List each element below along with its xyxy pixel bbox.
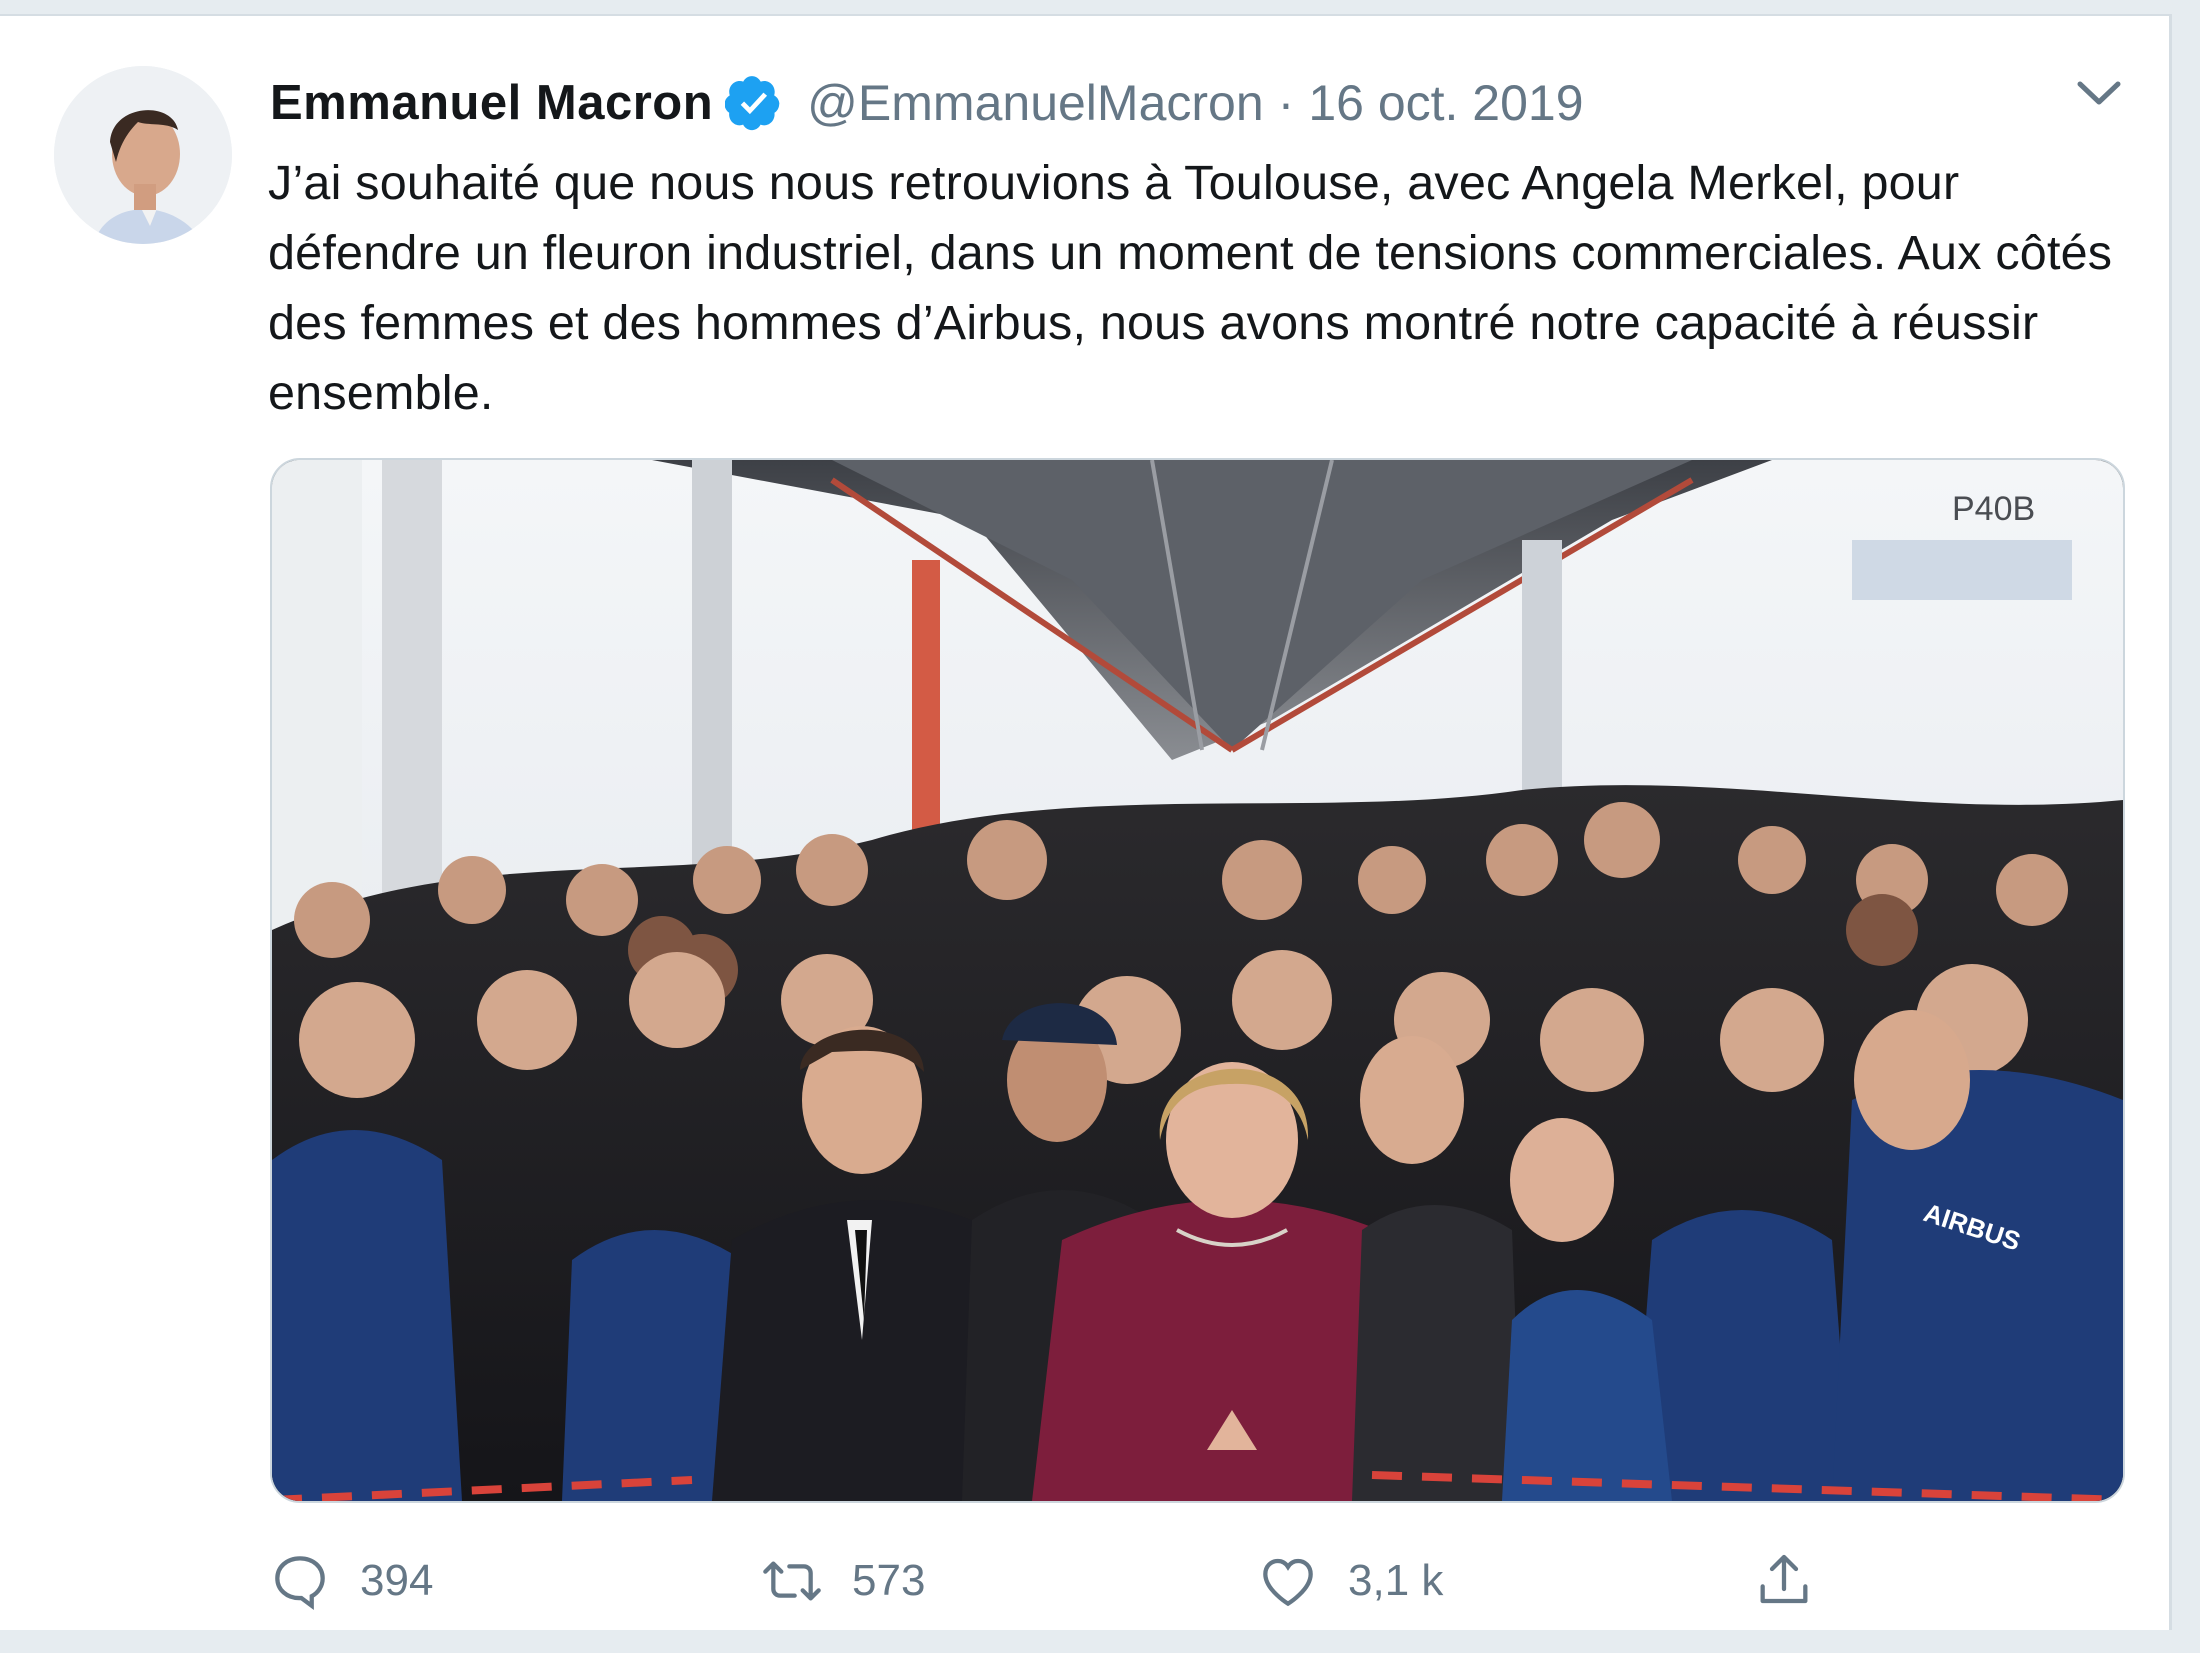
tweet-card[interactable]: Emmanuel Macron @EmmanuelMacron · 16 oct… bbox=[0, 14, 2172, 1630]
separator-dot: · bbox=[1277, 75, 1295, 131]
share-icon bbox=[1760, 1554, 1808, 1604]
timeline-page: Emmanuel Macron @EmmanuelMacron · 16 oct… bbox=[0, 0, 2200, 1653]
reply-count: 394 bbox=[360, 1556, 434, 1605]
reply-icon bbox=[275, 1556, 325, 1611]
verified-badge-icon bbox=[725, 76, 780, 131]
like-button[interactable]: 3,1 k bbox=[1256, 1536, 1443, 1626]
tweet-actions: 394 573 3,1 k bbox=[0, 1536, 2172, 1626]
tweet-date[interactable]: 16 oct. 2019 bbox=[1308, 74, 1583, 132]
tweet-photo[interactable]: P40B AIRBUS bbox=[270, 458, 2125, 1503]
retweet-button[interactable]: 573 bbox=[760, 1536, 925, 1626]
reply-button[interactable]: 394 bbox=[268, 1536, 433, 1626]
like-count: 3,1 k bbox=[1348, 1556, 1444, 1605]
like-icon bbox=[1263, 1558, 1313, 1607]
tweet-text: J’ai souhaité que nous nous retrouvions … bbox=[268, 156, 2113, 420]
avatar[interactable] bbox=[54, 66, 232, 244]
share-button[interactable] bbox=[1752, 1536, 1816, 1626]
retweet-count: 573 bbox=[852, 1556, 926, 1605]
tweet-header: Emmanuel Macron @EmmanuelMacron · 16 oct… bbox=[270, 68, 1584, 138]
hangar-sign: P40B bbox=[1952, 490, 2035, 528]
chevron-down-icon[interactable] bbox=[2074, 74, 2124, 114]
author-name[interactable]: Emmanuel Macron bbox=[270, 75, 713, 131]
retweet-icon bbox=[763, 1561, 821, 1601]
author-handle[interactable]: @EmmanuelMacron bbox=[807, 74, 1263, 132]
